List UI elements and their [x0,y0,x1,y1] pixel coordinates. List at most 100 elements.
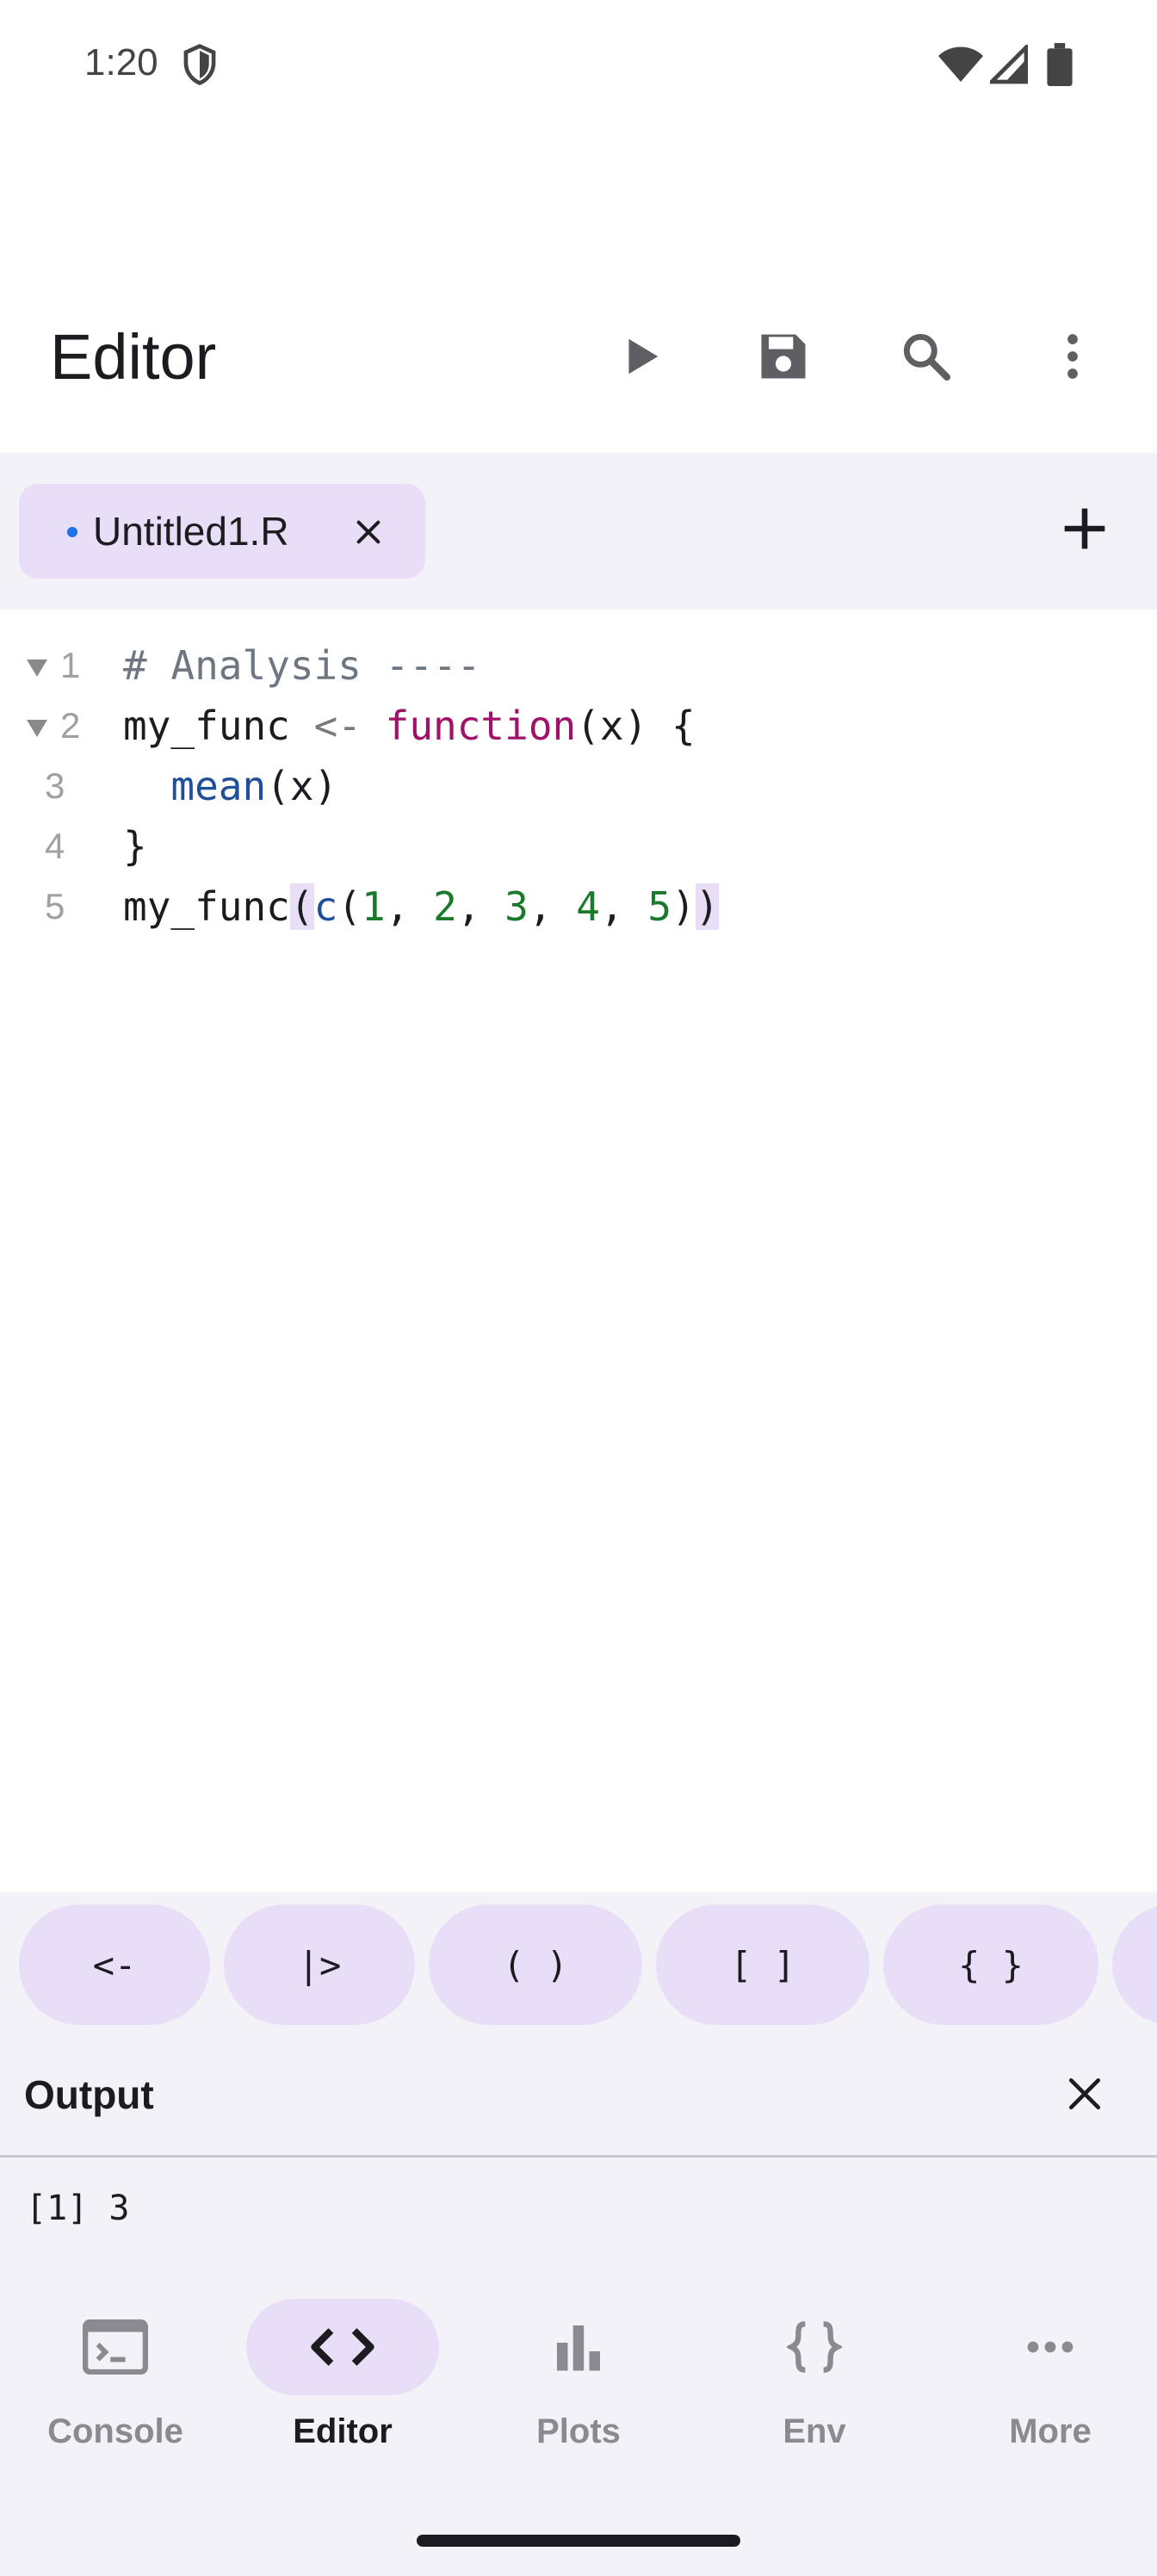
save-icon [761,334,806,379]
shortcut-bar: <- |> ( ) [ ] { } [0,1892,1157,2034]
output-title: Output [24,2072,154,2117]
line-gutter: 3 [26,756,95,816]
code-token: <- [313,703,362,749]
nav-pill [482,2299,675,2395]
line-gutter: 1 [26,635,95,696]
code-line: 4 } [0,816,1157,876]
close-tab-button[interactable] [344,508,393,556]
code-token: c [313,883,338,930]
code-token: mean [170,763,267,809]
nav-pill [718,2299,911,2395]
output-body: [1] 3 [0,2158,1157,2264]
output-header: Output [0,2034,1157,2158]
matched-bracket: ( [289,883,314,930]
code-text: my_func <- function(x) { [123,696,696,756]
plus-icon [1064,508,1105,549]
wifi-icon [938,46,983,82]
nav-label: More [1009,2412,1092,2450]
close-output-button[interactable] [1057,2066,1112,2121]
fold-arrow-icon[interactable] [26,659,48,677]
nav-item-console[interactable]: Console [0,2264,231,2480]
code-token: ( [337,883,362,930]
shortcut-assign-chip[interactable]: <- [19,1904,210,2025]
shortcut-parens-chip[interactable]: ( ) [429,1904,642,2025]
nav-item-env[interactable]: Env [699,2264,930,2480]
code-line: 5 my_func(c(1, 2, 3, 4, 5)) [0,876,1157,937]
close-icon [356,520,381,544]
modified-indicator [67,527,77,537]
file-tab[interactable]: Untitled1.R [19,484,425,579]
code-token: 4 [576,883,600,930]
shield-icon [183,44,216,85]
code-line: 3 mean(x) [0,756,1157,816]
line-gutter: 5 [26,876,95,937]
status-bar: 1:20 [0,0,1157,129]
braces-icon [787,2321,842,2373]
nav-label: Editor [293,2412,393,2450]
more-vert-icon [1067,334,1078,379]
line-number: 3 [45,765,65,806]
nav-item-more[interactable]: More [935,2264,1157,2480]
code-token: (x) { [576,703,696,749]
line-gutter: 2 [26,696,95,756]
more-horiz-icon [1027,2341,1073,2353]
battery-icon [1047,43,1073,86]
new-tab-button[interactable] [1054,498,1116,560]
code-token: 3 [504,883,529,930]
code-token: , [528,883,577,930]
file-tab-strip: Untitled1.R [0,453,1157,610]
bottom-navigation: Console Editor Plots Env More [0,2264,1157,2576]
line-number: 1 [60,645,81,685]
shortcut-brackets-chip[interactable]: [ ] [656,1904,869,2025]
fold-arrow-icon[interactable] [26,720,48,737]
line-number: 2 [60,705,81,746]
nav-item-plots[interactable]: Plots [463,2264,694,2480]
code-editor[interactable]: 1 # Analysis ---- 2 my_func <- function(… [0,610,1157,1892]
code-text: } [123,823,147,870]
nav-label: Env [783,2412,846,2450]
home-indicator[interactable] [417,2535,740,2547]
terminal-icon [83,2319,148,2375]
code-line: 2 my_func <- function(x) { [0,696,1157,756]
code-token: function [385,703,577,749]
code-token: 2 [433,883,457,930]
nav-pill [954,2299,1147,2395]
code-text: my_func(c(1, 2, 3, 4, 5)) [123,876,720,937]
line-number: 4 [45,826,65,866]
status-time: 1:20 [84,41,158,84]
save-button[interactable] [740,313,826,399]
nav-label: Plots [536,2412,621,2450]
signal-icon [990,45,1028,84]
matched-bracket: ) [695,883,720,930]
play-icon [628,338,659,375]
code-token: , [385,883,434,930]
nav-item-editor[interactable]: Editor [227,2264,458,2480]
search-icon [903,333,950,381]
code-text: # Analysis ---- [123,642,481,689]
shortcut-overflow-chip[interactable] [1112,1904,1157,2025]
overflow-menu-button[interactable] [1030,313,1116,399]
search-button[interactable] [883,313,969,399]
shortcut-braces-chip[interactable]: { } [883,1904,1098,2025]
line-gutter: 4 [26,816,95,876]
file-tab-label: Untitled1.R [93,509,289,554]
code-token: , [599,883,648,930]
code-token: ) [671,883,696,930]
code-text: mean(x) [123,756,337,816]
top-app-bar: Editor [0,284,1157,422]
nav-label: Console [47,2412,183,2450]
code-token: 1 [361,883,386,930]
bar-chart-icon [557,2325,600,2371]
code-token: 5 [647,883,672,930]
nav-pill [246,2299,439,2395]
close-icon [1068,2078,1101,2110]
run-button[interactable] [597,313,684,399]
line-number: 5 [45,886,65,926]
page-title: Editor [50,321,217,393]
shortcut-pipe-chip[interactable]: |> [224,1904,415,2025]
code-token: my_func [123,883,290,930]
code-token: , [456,883,505,930]
output-text: [1] 3 [26,2189,130,2228]
